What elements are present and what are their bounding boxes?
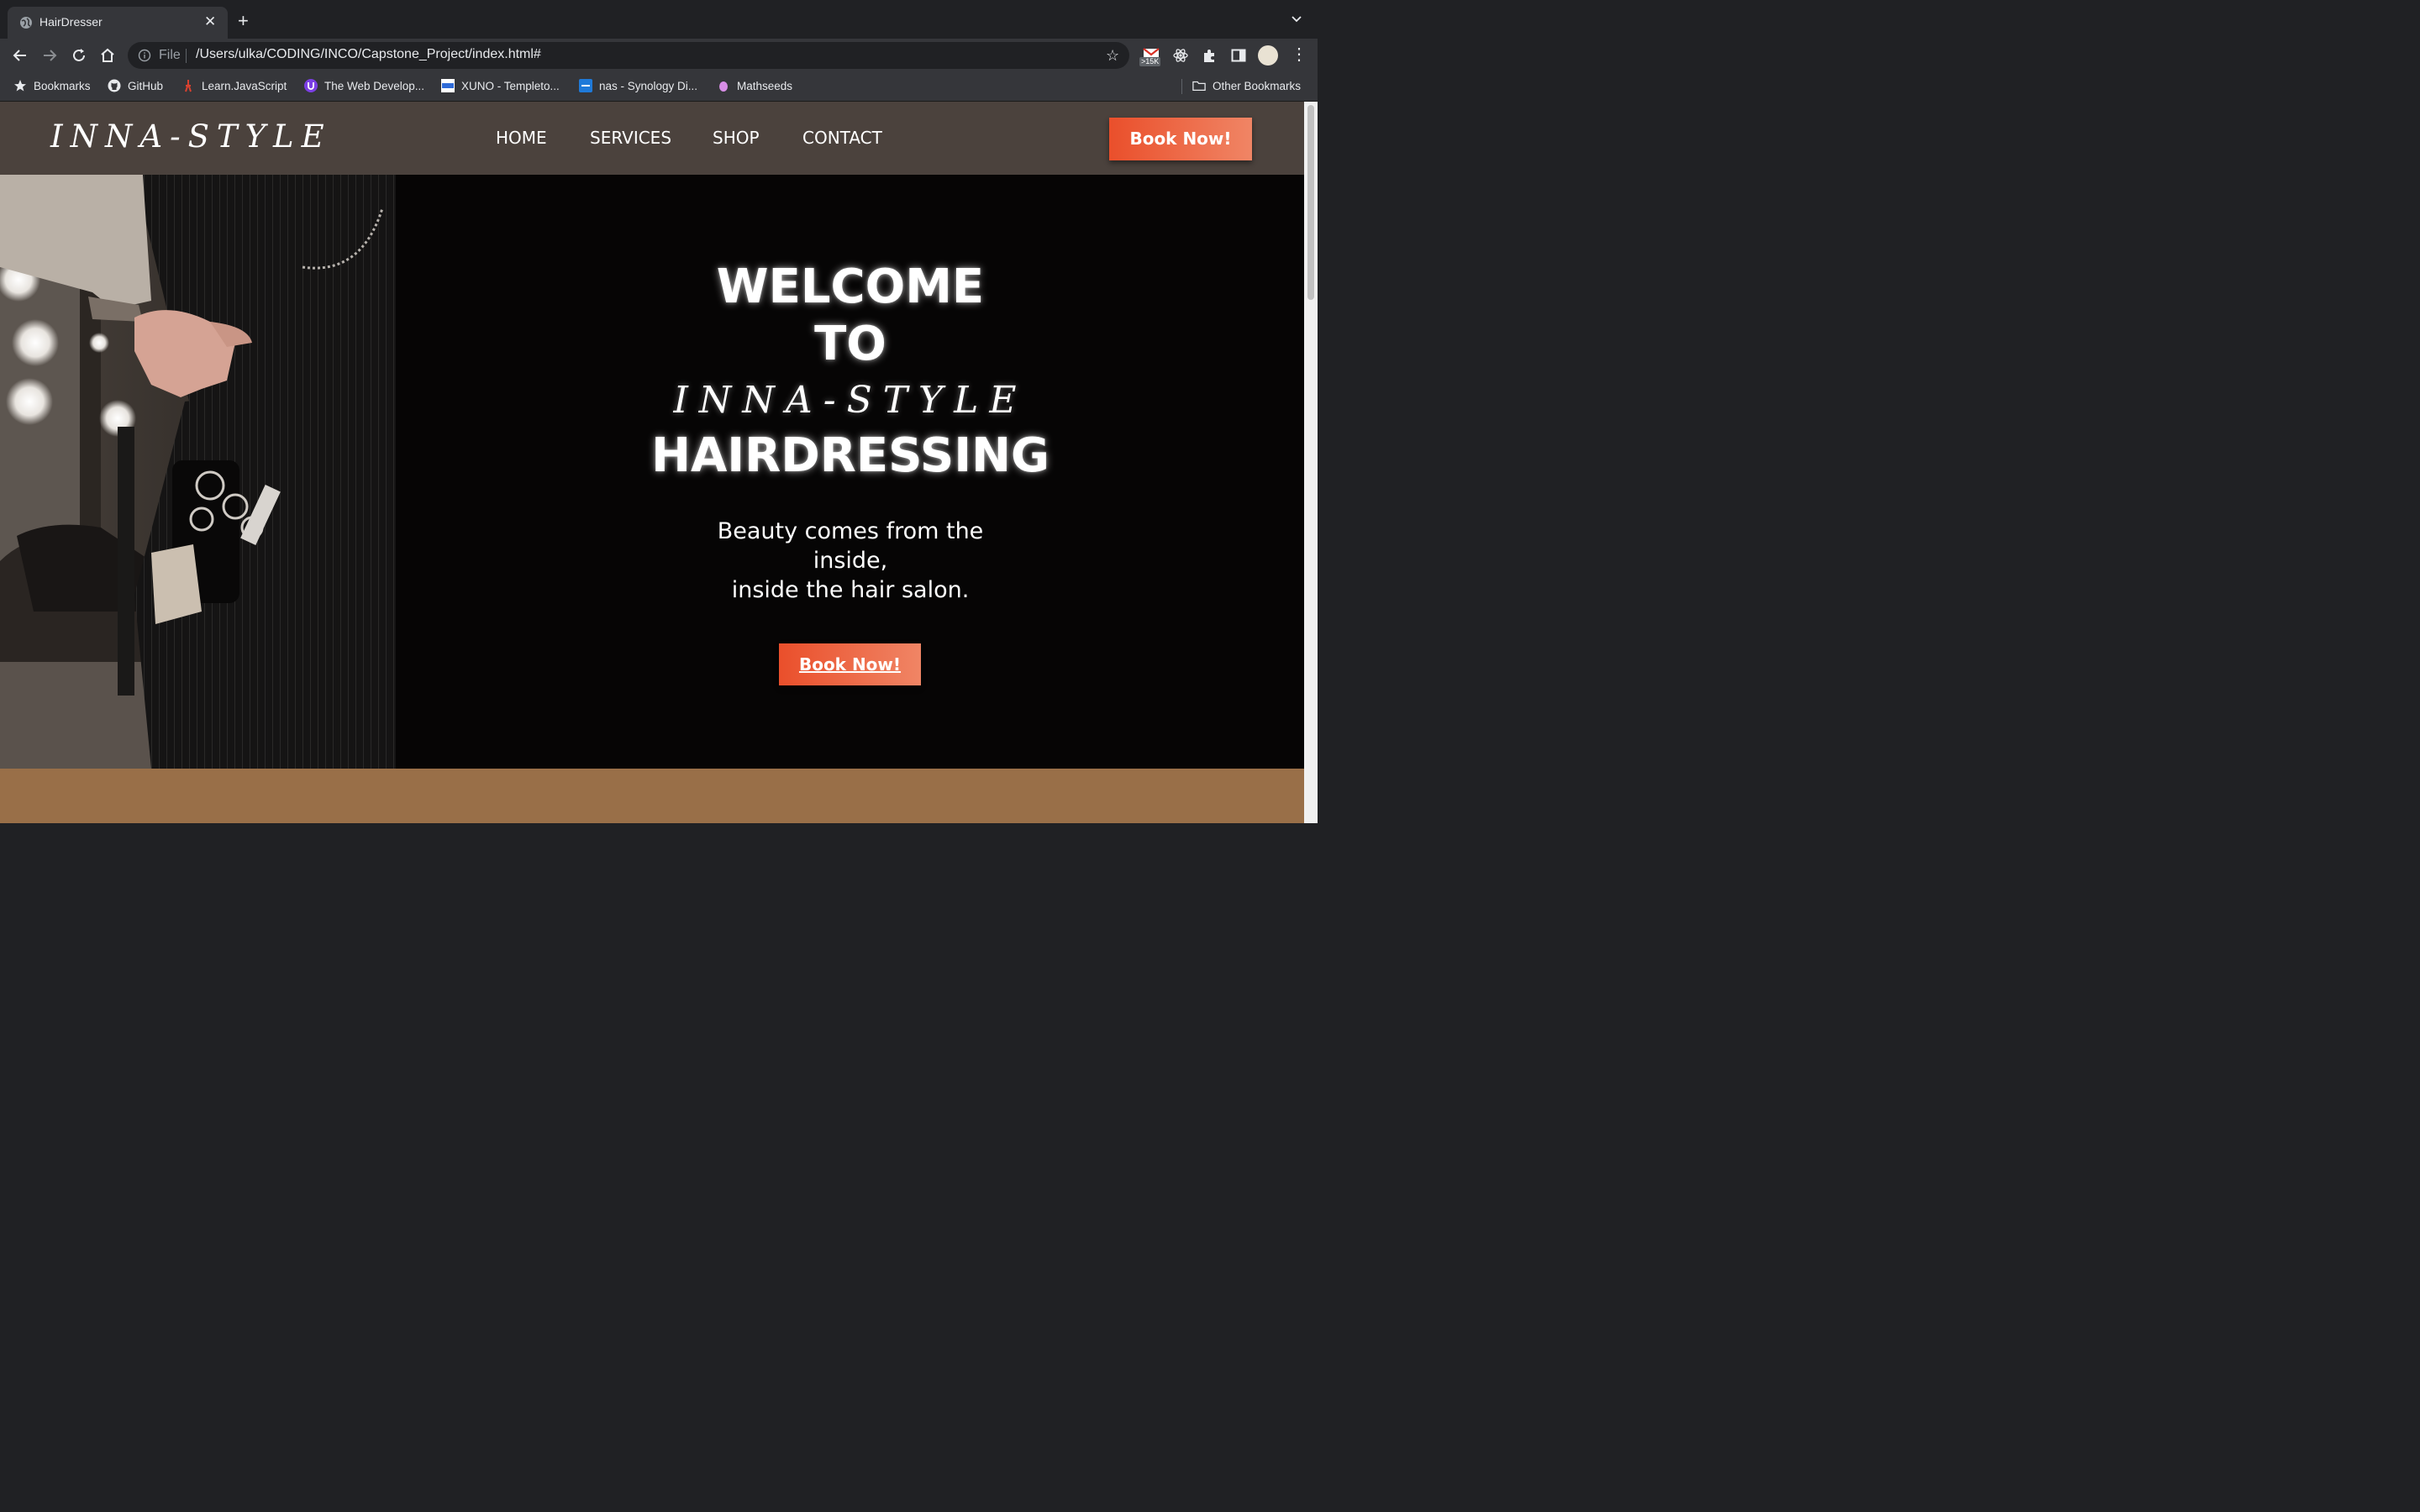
bookmark-label: Mathseeds [737,80,793,92]
header-book-now-button[interactable]: Book Now! [1109,118,1252,160]
bookmark-item[interactable]: Bookmarks [13,79,91,92]
hero-section: WELCOME TO INNA-STYLE HAIRDRESSING Beaut… [0,175,1304,769]
url-scheme: File [159,48,181,62]
bookmark-item[interactable]: Mathseeds [717,79,792,92]
bookmark-item[interactable]: Learn.JavaScript [182,79,287,92]
bookmark-item[interactable]: GitHub [108,79,163,92]
extensions-puzzle-icon[interactable] [1201,46,1219,65]
url-text[interactable]: /Users/ulka/CODING/INCO/Capstone_Project… [196,47,541,62]
hero-heading-welcome: WELCOME [716,260,985,314]
bookmark-item[interactable]: The Web Develop... [304,79,424,92]
nav-contact[interactable]: CONTACT [802,128,882,148]
bookmark-star-icon[interactable]: ☆ [1106,48,1119,63]
bookmark-label: GitHub [128,80,164,92]
side-panel-icon[interactable] [1229,46,1248,65]
address-bar[interactable]: File /Users/ulka/CODING/INCO/Capstone_Pr… [128,42,1129,69]
bookmark-item[interactable]: XUNO - Templeto... [441,79,560,92]
url-separator [186,49,187,63]
tab-close-icon[interactable]: ✕ [204,13,216,30]
hero-heading-hairdressing: HAIRDRESSING [651,428,1050,483]
tab-title: HairDresser [39,15,103,29]
react-devtools-icon[interactable] [1171,46,1190,65]
bookmark-item[interactable]: nas - Synology Di... [579,79,697,92]
hero-tagline-line1: Beauty comes from the [717,518,984,544]
barber-photo [0,175,396,769]
hero-heading-to: TO [814,317,886,371]
hero-book-now-button[interactable]: Book Now! [779,643,921,685]
folder-icon [1192,81,1206,91]
github-icon [108,79,121,92]
nav-services[interactable]: SERVICES [590,128,671,148]
page-viewport: INNA-STYLE HOME SERVICES SHOP CONTACT Bo… [0,102,1304,823]
bookmark-label: Learn.JavaScript [202,80,287,92]
home-icon[interactable] [98,46,117,65]
reload-icon[interactable] [70,46,88,65]
xuno-icon [441,79,455,92]
bookmark-label: The Web Develop... [324,80,425,92]
site-header: INNA-STYLE HOME SERVICES SHOP CONTACT Bo… [0,102,1304,175]
browser-toolbar: File /Users/ulka/CODING/INCO/Capstone_Pr… [0,39,1318,72]
hero-heading-brand: INNA-STYLE [673,379,1028,422]
browser-tab[interactable]: HairDresser ✕ [8,7,228,39]
forward-icon[interactable] [40,46,59,65]
synology-icon [579,79,592,92]
bookmarks-separator [1181,79,1182,94]
back-icon[interactable] [11,46,29,65]
hero-tagline-line2: inside, [813,548,888,574]
bookmark-label: Bookmarks [34,80,91,92]
next-section [0,769,1304,823]
other-bookmarks-label: Other Bookmarks [1213,80,1302,92]
bookmark-label: XUNO - Templeto... [461,80,560,92]
bookmark-label: nas - Synology Di... [599,80,698,92]
scrollbar-thumb[interactable] [1307,105,1314,300]
nav-shop[interactable]: SHOP [713,128,760,148]
globe-icon [20,17,32,29]
mathseeds-icon [719,81,728,92]
gmail-badge: >15K [1139,57,1161,66]
hero-content: WELCOME TO INNA-STYLE HAIRDRESSING Beaut… [397,175,1304,769]
chrome-menu-icon[interactable]: ⋮ [1291,45,1307,64]
page-scrollbar[interactable] [1304,102,1318,823]
profile-avatar[interactable] [1258,45,1278,66]
other-bookmarks[interactable]: Other Bookmarks [1192,79,1301,92]
javascript-icon [185,80,192,92]
new-tab-button[interactable]: + [238,12,249,30]
star-icon [14,80,26,92]
nav-home[interactable]: HOME [496,128,547,148]
tab-search-icon[interactable] [1291,13,1302,25]
web-dev-icon [304,79,318,92]
site-logo[interactable]: INNA-STYLE [50,118,332,155]
tab-strip: HairDresser ✕ + [0,0,1318,39]
hero-tagline-line3: inside the hair salon. [731,577,970,603]
info-icon[interactable] [138,49,151,62]
bookmarks-bar: Bookmarks GitHub Learn.JavaScript The We… [0,72,1318,102]
